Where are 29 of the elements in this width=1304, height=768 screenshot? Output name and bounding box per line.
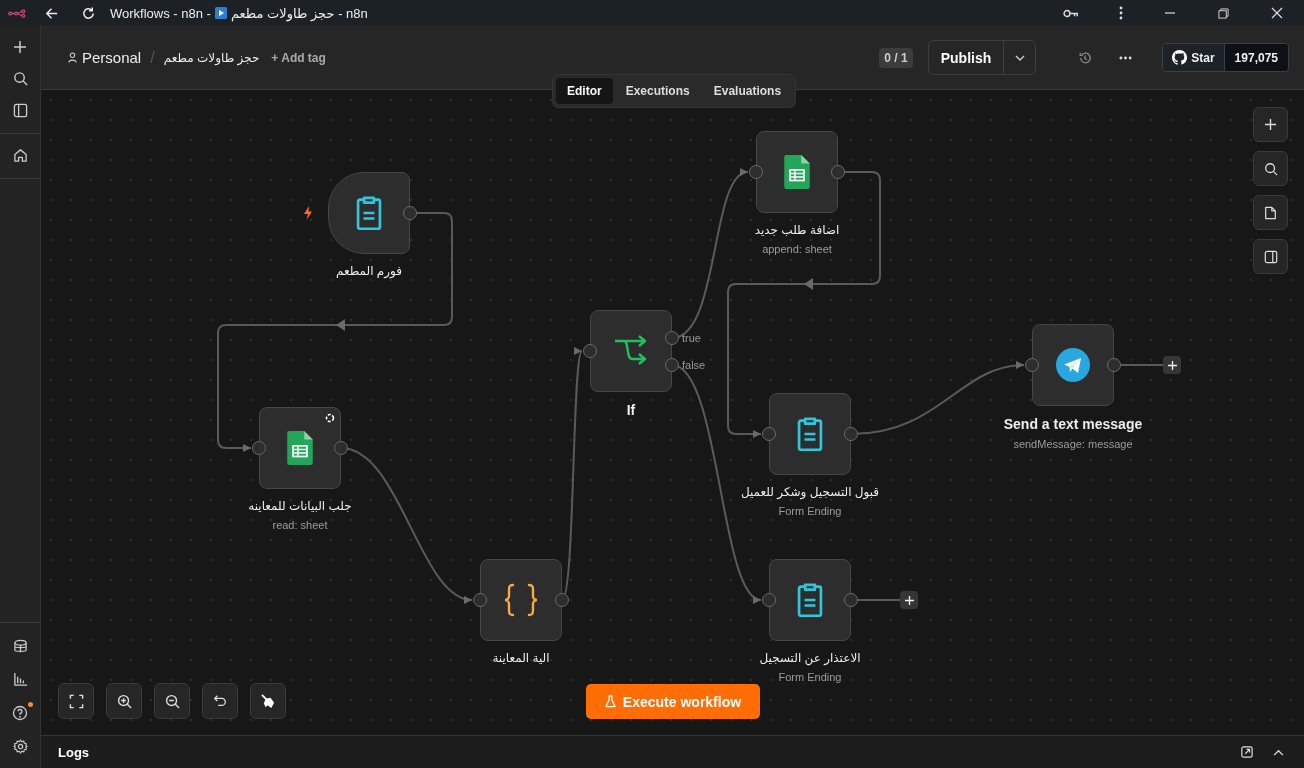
github-star-button[interactable]: Star [1163, 44, 1225, 71]
node-subtitle: read: sheet [272, 519, 328, 531]
view-tab[interactable]: Evaluations [702, 78, 793, 104]
star-count: 197,075 [1224, 44, 1288, 71]
version-counter: 0 / 1 [879, 47, 913, 68]
node-subtitle: Form Ending [778, 671, 842, 683]
node-title: اضافة طلب جديد [754, 223, 840, 237]
breadcrumb-separator: / [150, 48, 155, 67]
view-tab[interactable]: Editor [556, 78, 613, 104]
node-title: If [626, 402, 636, 418]
node-title: جلب البيانات للمعاينه [248, 499, 352, 513]
add-tag-link[interactable]: + Add tag [271, 50, 326, 65]
node-title: الية المعاينة [492, 651, 550, 665]
window-title: حجز طاولات مطعم - n8n [230, 5, 368, 21]
node-title: فورم المطعم [335, 264, 402, 278]
window-title: Workflows - n8n - [110, 5, 211, 21]
github-star-widget[interactable]: Star 197,075 [1162, 43, 1289, 72]
node-title: Send a text message [1003, 416, 1143, 432]
output-label: false [682, 358, 706, 372]
node-title: الاعتذار عن التسجيل [759, 651, 861, 665]
workflow-name[interactable]: حجز طاولات مطعم [163, 50, 260, 65]
node-title: قبول التسجيل وشكر للعميل [740, 485, 880, 499]
output-label: true [682, 331, 701, 345]
node-subtitle: Form Ending [778, 505, 842, 517]
breadcrumb-link[interactable]: Personal [82, 49, 142, 66]
node-subtitle: append: sheet [762, 243, 832, 255]
logs-title[interactable]: Logs [58, 744, 90, 760]
view-tab[interactable]: Executions [614, 78, 701, 104]
node-subtitle: sendMessage: message [1013, 438, 1133, 450]
